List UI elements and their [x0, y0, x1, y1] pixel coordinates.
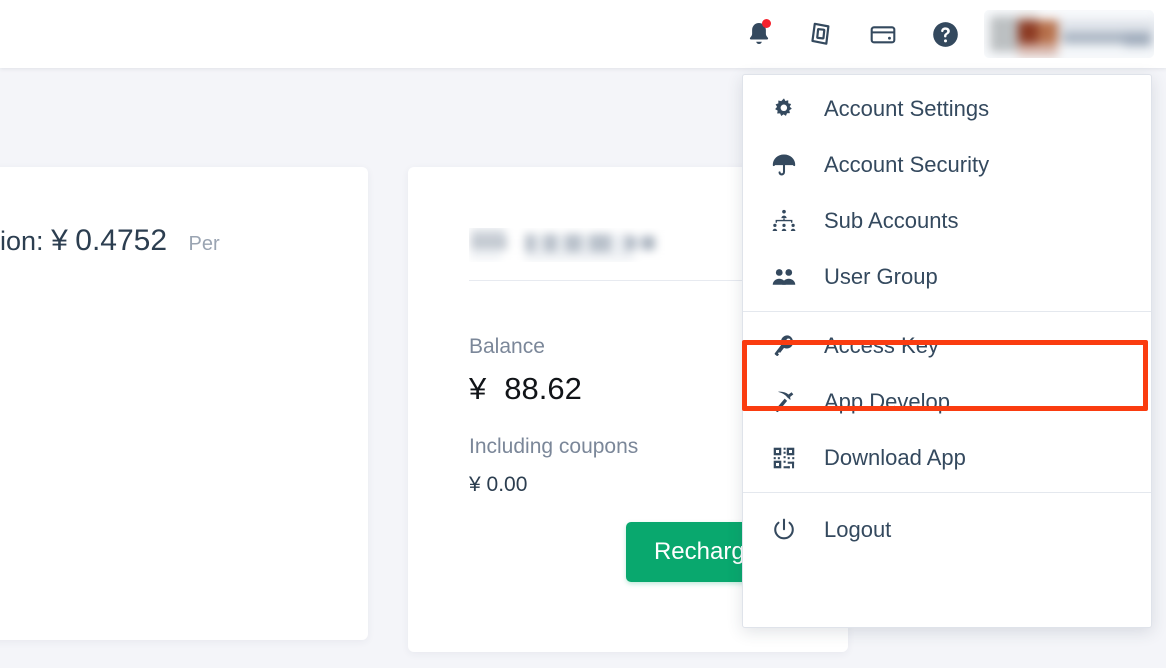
pricing-prefix-text: ion:	[0, 226, 44, 256]
menu-item-label: Download App	[824, 445, 966, 471]
menu-item-user-group[interactable]: User Group	[743, 249, 1151, 305]
pricing-summary-line: ion: ¥ 0.4752 Per	[0, 224, 220, 258]
card-divider	[469, 280, 781, 281]
menu-group-session: Logout	[743, 493, 1151, 567]
menu-item-account-security[interactable]: Account Security	[743, 137, 1151, 193]
notifications-icon[interactable]	[728, 0, 790, 68]
app-root: ion: ¥ 0.4752 Per	[0, 0, 1166, 668]
menu-item-logout[interactable]: Logout	[743, 499, 1151, 561]
pricing-card: ion: ¥ 0.4752 Per	[0, 167, 368, 640]
top-header-bar	[0, 0, 1166, 68]
menu-item-app-develop[interactable]: App Develop	[743, 374, 1151, 430]
key-icon	[771, 333, 805, 359]
menu-item-label: Sub Accounts	[824, 208, 959, 234]
menu-item-label: Access Key	[824, 333, 939, 359]
coupons-icon[interactable]	[790, 0, 852, 68]
account-dropdown-menu: Account Settings Account Security	[742, 74, 1152, 628]
qr-code-icon	[771, 445, 805, 471]
pricing-unit-label: Per	[189, 233, 220, 255]
help-icon[interactable]	[914, 0, 976, 68]
header-icon-group	[728, 0, 1154, 68]
balance-amount: 88.62	[504, 371, 582, 406]
avatar-redacted-overlay	[984, 10, 1154, 58]
menu-item-label: Logout	[824, 517, 891, 543]
menu-item-label: User Group	[824, 264, 938, 290]
menu-item-access-key[interactable]: Access Key	[743, 318, 1151, 374]
account-name-blur-overlay	[469, 228, 677, 262]
power-icon	[771, 517, 805, 543]
pricing-amount: 0.4752	[75, 224, 167, 257]
coupons-label: Including coupons	[469, 435, 638, 459]
menu-item-label: Account Security	[824, 152, 989, 178]
notification-badge-dot	[762, 19, 771, 28]
menu-item-account-settings[interactable]: Account Settings	[743, 81, 1151, 137]
menu-item-download-app[interactable]: Download App	[743, 430, 1151, 486]
account-name-redacted	[469, 228, 677, 262]
gear-icon	[771, 96, 805, 122]
menu-item-label: App Develop	[824, 389, 950, 415]
umbrella-icon	[771, 152, 805, 178]
menu-group-developer: Access Key App Develop	[743, 312, 1151, 492]
balance-label: Balance	[469, 335, 545, 359]
user-avatar-menu-trigger[interactable]	[984, 10, 1154, 58]
balance-currency-symbol: ¥	[469, 371, 486, 406]
pricing-currency-symbol: ¥	[51, 224, 68, 257]
org-chart-icon	[771, 208, 805, 234]
hammer-icon	[771, 389, 805, 415]
menu-item-sub-accounts[interactable]: Sub Accounts	[743, 193, 1151, 249]
balance-value: ¥88.62	[469, 371, 582, 407]
menu-group-account: Account Settings Account Security	[743, 75, 1151, 311]
users-icon	[771, 264, 805, 290]
coupons-value: ¥ 0.00	[469, 473, 527, 497]
menu-item-label: Account Settings	[824, 96, 989, 122]
billing-icon[interactable]	[852, 0, 914, 68]
